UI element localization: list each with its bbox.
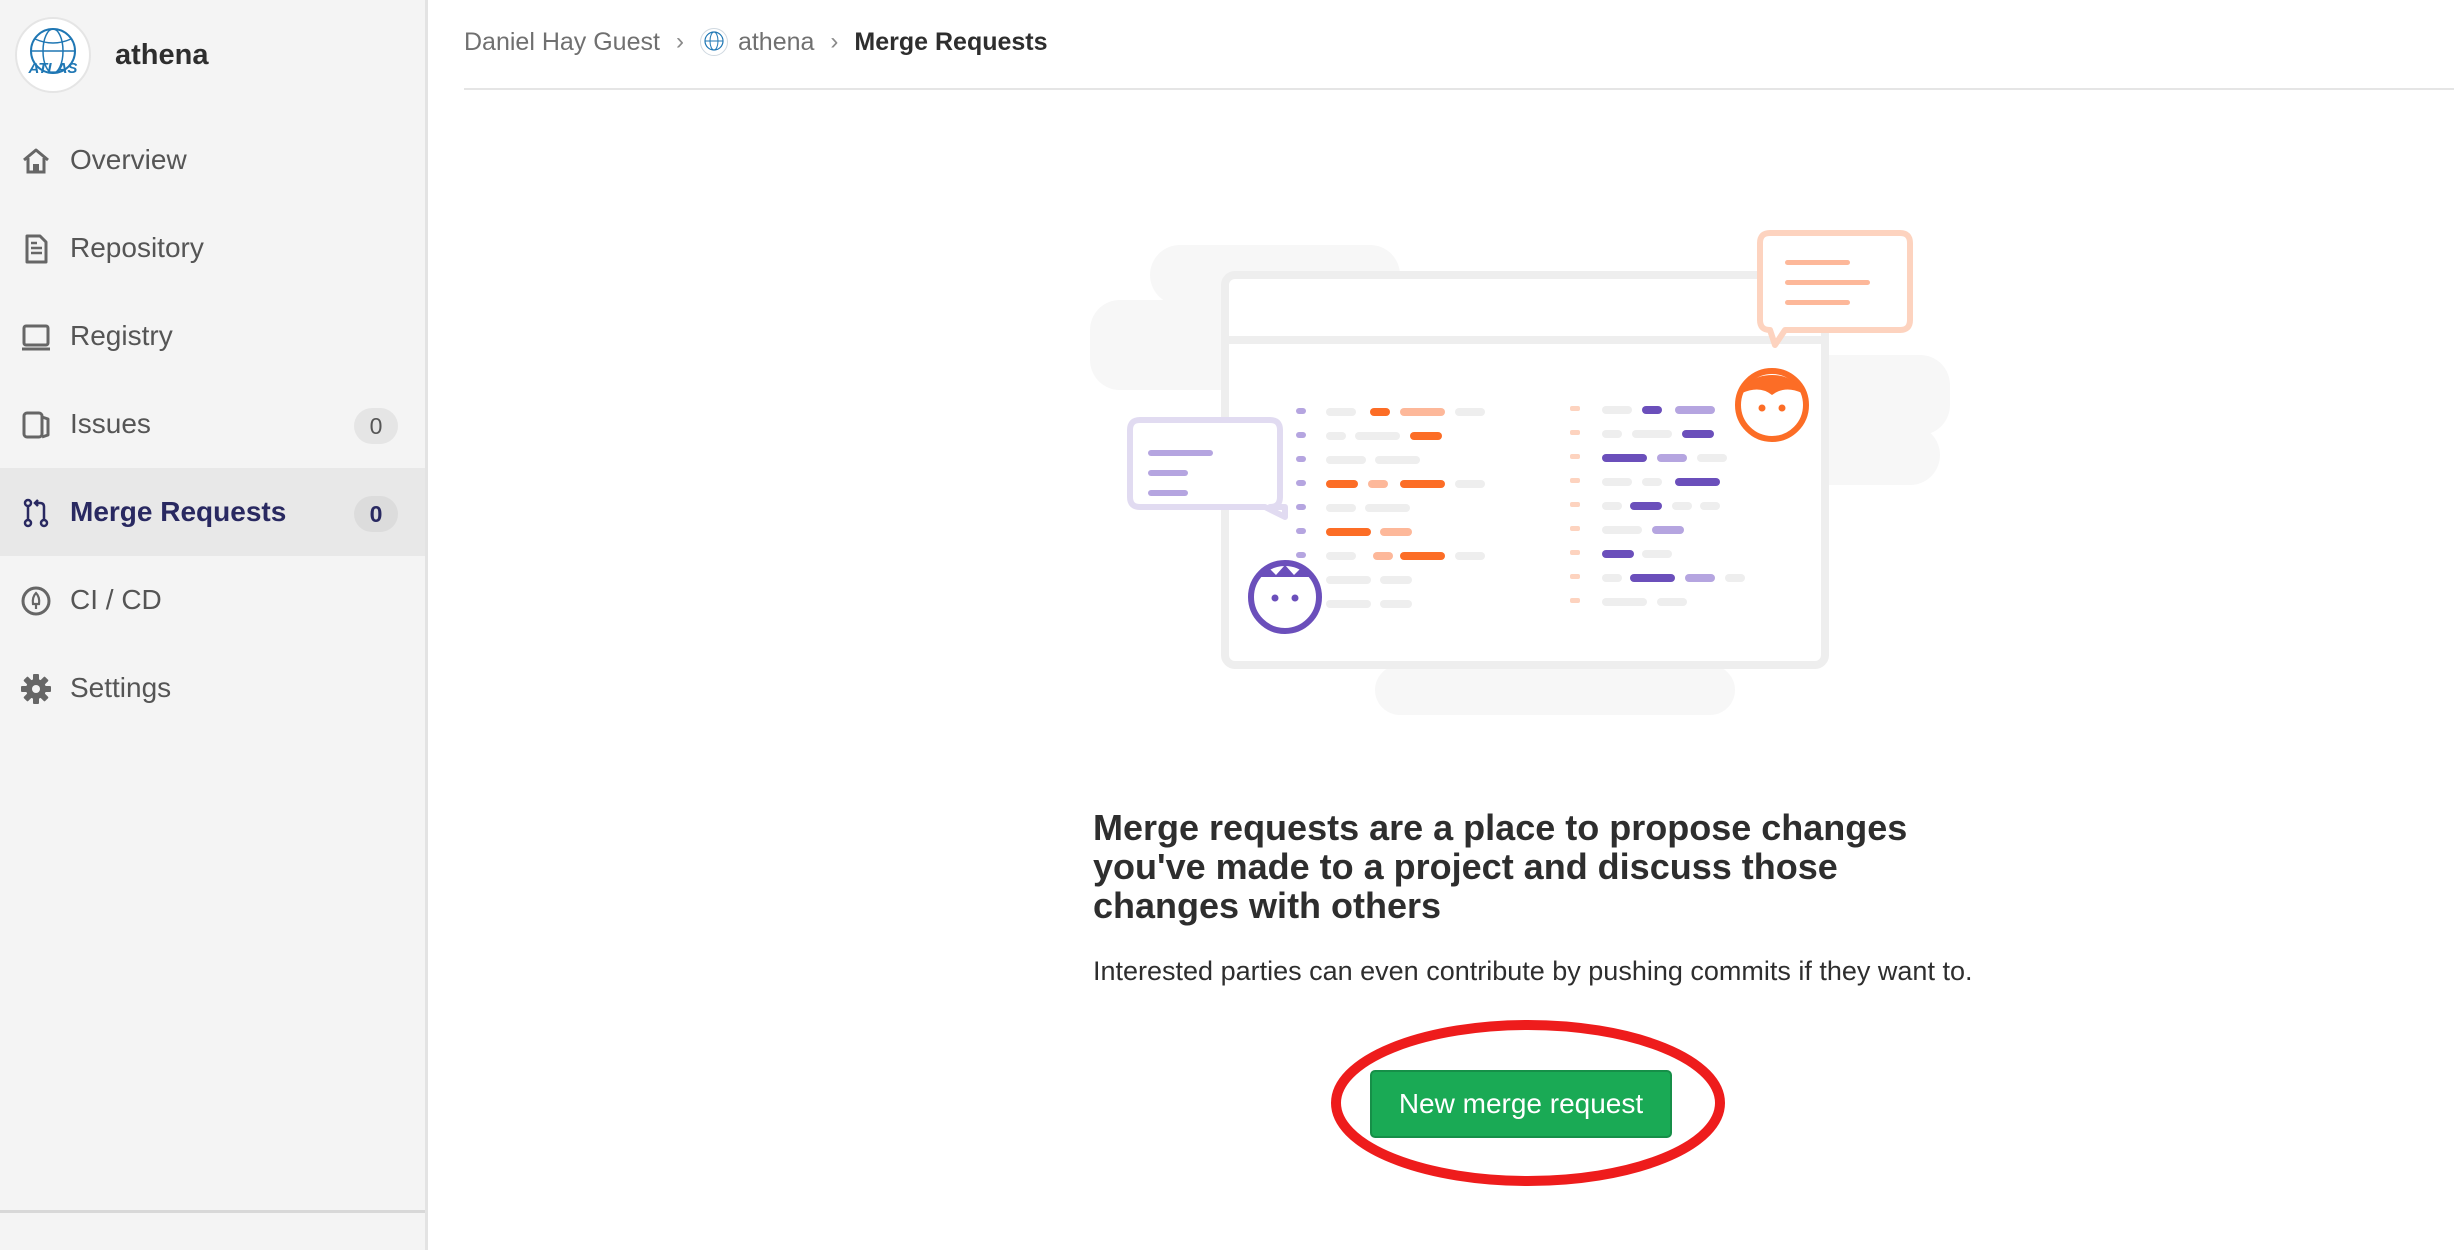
sidebar-item-label: Overview	[70, 144, 187, 175]
breadcrumb-current[interactable]: Merge Requests	[854, 28, 1047, 57]
sidebar-item-ci-cd[interactable]: CI / CD	[0, 556, 425, 644]
project-name[interactable]: athena	[115, 39, 208, 72]
container-icon	[20, 321, 52, 353]
sidebar-item-registry[interactable]: Registry	[0, 292, 425, 380]
sidebar-item-label: Settings	[70, 672, 172, 703]
header-divider	[464, 88, 2454, 90]
sidebar-item-label: CI / CD	[70, 584, 162, 615]
empty-state-title: Merge requests are a place to propose ch…	[1093, 807, 1908, 926]
breadcrumb-user[interactable]: Daniel Hay Guest	[464, 28, 660, 57]
gear-icon	[20, 673, 52, 705]
merge-request-icon	[20, 497, 52, 529]
chevron-right-icon: ›	[830, 28, 839, 55]
sidebar-item-label: Issues	[70, 408, 151, 439]
merge-requests-count-badge: 0	[354, 496, 398, 532]
rocket-icon	[20, 585, 52, 617]
sidebar-item-overview[interactable]: Overview	[0, 116, 425, 204]
sidebar-nav: Overview Repository Registry Issues 0 Me…	[0, 116, 425, 732]
home-icon	[20, 145, 52, 177]
sidebar-item-issues[interactable]: Issues 0	[0, 380, 425, 468]
merge-requests-empty-illustration	[1090, 230, 1950, 715]
project-avatar-small	[699, 28, 728, 56]
new-merge-request-button[interactable]: New merge request	[1370, 1070, 1672, 1138]
project-avatar[interactable]: ATLAS	[15, 17, 91, 93]
document-icon	[20, 233, 52, 265]
sidebar-item-repository[interactable]: Repository	[0, 204, 425, 292]
issues-icon	[20, 409, 52, 441]
sidebar-item-merge-requests[interactable]: Merge Requests 0	[0, 468, 425, 556]
sidebar-item-settings[interactable]: Settings	[0, 644, 425, 732]
sidebar-item-label: Merge Requests	[70, 496, 287, 527]
sidebar-item-label: Registry	[70, 320, 173, 351]
breadcrumb-project-label[interactable]: athena	[738, 28, 814, 57]
empty-state-description: Interested parties can even contribute b…	[1093, 956, 1973, 986]
chevron-right-icon: ›	[675, 28, 684, 55]
sidebar: ATLAS athena Overview Repository Registr…	[0, 0, 428, 1250]
atlas-logo-text: ATLAS	[28, 60, 78, 77]
issues-count-badge: 0	[354, 408, 398, 444]
sidebar-collapse-divider	[0, 1210, 425, 1213]
sidebar-item-label: Repository	[70, 232, 204, 263]
breadcrumb-project[interactable]: athena	[699, 28, 814, 57]
project-header[interactable]: ATLAS athena	[15, 15, 208, 95]
breadcrumb: Daniel Hay Guest › athena › Merge Reques…	[464, 24, 1048, 60]
